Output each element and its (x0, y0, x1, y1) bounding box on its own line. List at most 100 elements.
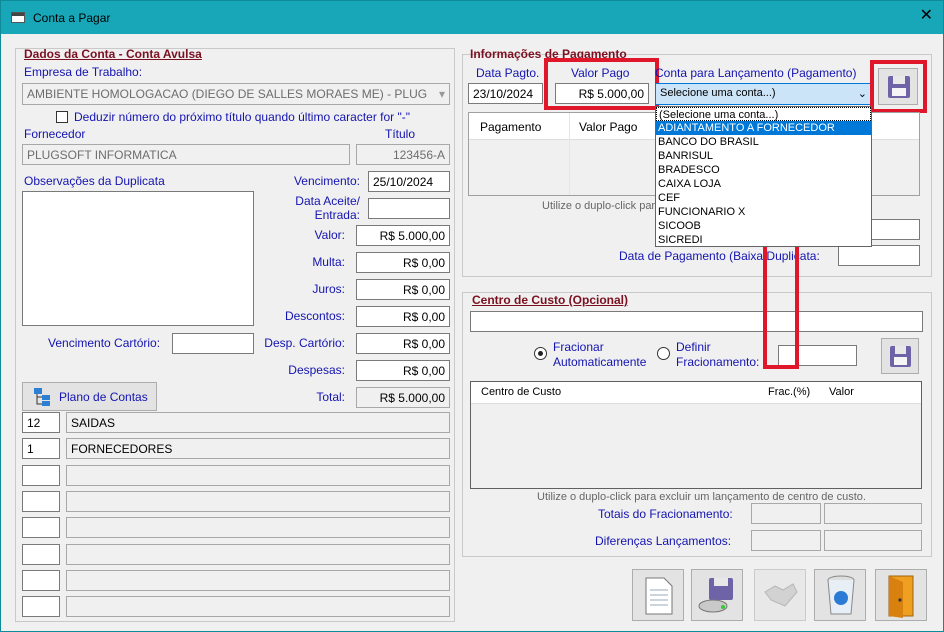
desp-cartorio-field[interactable]: R$ 0,00 (356, 333, 450, 354)
conta-lancamento-select[interactable]: Selecione uma conta...) ⌄ (655, 83, 872, 105)
plano-name (66, 544, 450, 565)
plano-code[interactable] (22, 465, 60, 486)
dados-conta-title: Dados da Conta - Conta Avulsa (24, 47, 202, 61)
valor-pago-highlight (544, 58, 659, 110)
dropdown-option[interactable]: CAIXA LOJA (656, 177, 871, 191)
diferencas-label: Diferenças Lançamentos: (595, 534, 732, 548)
plano-name: FORNECEDORES (66, 438, 450, 459)
empresa-select[interactable]: AMBIENTE HOMOLOGACAO (DIEGO DE SALLES MO… (22, 83, 450, 105)
delete-button[interactable] (814, 569, 866, 621)
vencimento-label: Vencimento: (293, 174, 360, 188)
plano-code[interactable]: 12 (22, 412, 60, 433)
dropdown-option-highlighted[interactable]: ADIANTAMENTO A FORNECEDOR (656, 121, 871, 135)
titulo-field[interactable]: 123456-A (356, 144, 450, 165)
dropdown-option[interactable]: SICOOB (656, 219, 871, 233)
plano-code[interactable] (22, 491, 60, 512)
totais-label: Totais do Fracionamento: (598, 507, 733, 521)
multa-field[interactable]: R$ 0,00 (356, 252, 450, 273)
venc-cartorio-label: Vencimento Cartório: (48, 336, 161, 350)
deduzir-checkbox[interactable] (56, 111, 68, 123)
conta-dropdown-list[interactable]: (Selecione uma conta...) ADIANTAMENTO A … (655, 106, 872, 247)
diferencas-valor-field (824, 530, 922, 551)
window-title: Conta a Pagar (33, 11, 111, 25)
grid-header-valor: Valor (829, 386, 854, 398)
save-pagamento-button[interactable] (878, 68, 918, 105)
centro-custo-title: Centro de Custo (Opcional) (472, 293, 628, 307)
chevron-down-icon: ▾ (438, 87, 445, 101)
recycle-bin-icon (827, 575, 855, 615)
despesas-field[interactable]: R$ 0,00 (356, 360, 450, 381)
definir-radio[interactable] (657, 347, 670, 360)
empresa-label: Empresa de Trabalho: (24, 65, 143, 79)
conta-a-pagar-window: Conta a Pagar ✕ Dados da Conta - Conta A… (0, 0, 944, 632)
totais-valor-field (824, 503, 922, 524)
data-aceite-label: Data Aceite/ Entrada: (295, 194, 360, 222)
multa-label: Multa: (312, 255, 345, 269)
desp-cartorio-label: Desp. Cartório: (264, 336, 345, 350)
observacoes-textarea[interactable] (22, 191, 254, 326)
data-pagamento-baixa-field[interactable] (838, 245, 920, 266)
handshake-icon (764, 583, 798, 607)
grid-header-valor-pago: Valor Pago (579, 120, 638, 134)
dropdown-option[interactable]: BANRISUL (656, 149, 871, 163)
plano-code[interactable] (22, 596, 60, 617)
valor-label: Valor: (314, 228, 345, 242)
fornecedor-label: Fornecedor (24, 127, 86, 141)
plano-de-contas-label: Plano de Contas (59, 390, 148, 404)
diferencas-frac-field (751, 530, 821, 551)
descontos-label: Descontos: (284, 309, 345, 323)
titulo-label: Título (385, 127, 416, 141)
save-button[interactable] (691, 569, 743, 621)
document-icon (645, 577, 673, 615)
plano-code[interactable]: 1 (22, 438, 60, 459)
handshake-button[interactable] (754, 569, 806, 621)
fornecedor-field[interactable]: PLUGSOFT INFORMATICA (22, 144, 350, 165)
exit-button[interactable] (875, 569, 927, 621)
fracionar-radio[interactable] (534, 347, 547, 360)
chevron-down-icon: ⌄ (857, 88, 867, 100)
dropdown-option[interactable]: CEF (656, 191, 871, 205)
tree-icon (33, 387, 51, 407)
total-field: R$ 5.000,00 (356, 387, 450, 408)
vencimento-field[interactable]: 25/10/2024 (368, 171, 450, 192)
data-pagto-label: Data Pagto. (476, 66, 540, 80)
save-drive-icon (698, 578, 733, 613)
radio-dot (538, 351, 543, 356)
total-label: Total: (316, 390, 345, 404)
data-aceite-field[interactable] (368, 198, 450, 219)
despesas-label: Despesas: (288, 363, 345, 377)
venc-cartorio-field[interactable] (172, 333, 254, 354)
totais-frac-field (751, 503, 821, 524)
plano-code[interactable] (22, 517, 60, 538)
descontos-field[interactable]: R$ 0,00 (356, 306, 450, 327)
conta-lancamento-label: Conta para Lançamento (Pagamento) (655, 66, 857, 80)
plano-code[interactable] (22, 544, 60, 565)
plano-de-contas-button[interactable]: Plano de Contas (22, 382, 157, 411)
close-icon[interactable]: ✕ (920, 7, 933, 25)
dropdown-option[interactable]: SICREDI (656, 233, 871, 247)
juros-field[interactable]: R$ 0,00 (356, 279, 450, 300)
dropdown-option[interactable]: BANCO DO BRASIL (656, 135, 871, 149)
valor-field[interactable]: R$ 5.000,00 (356, 225, 450, 246)
grid-header-pagamento: Pagamento (480, 120, 542, 134)
centro-custo-input[interactable] (470, 311, 923, 332)
save-centro-button[interactable] (881, 338, 919, 374)
empresa-value: AMBIENTE HOMOLOGACAO (DIEGO DE SALLES MO… (27, 87, 427, 101)
data-pagto-field[interactable]: 23/10/2024 (468, 83, 543, 104)
deduzir-label: Deduzir número do próximo título quando … (74, 110, 411, 124)
observacoes-label: Observações da Duplicata (24, 174, 165, 188)
floppy-icon (888, 76, 910, 98)
dropdown-option[interactable]: BRADESCO (656, 163, 871, 177)
dropdown-option[interactable]: FUNCIONARIO X (656, 205, 871, 219)
plano-name (66, 465, 450, 486)
conta-selected-value: Selecione uma conta...) (660, 87, 776, 99)
plano-name (66, 517, 450, 538)
grid-divider (569, 113, 570, 195)
centro-grid[interactable]: Centro de Custo Frac.(%) Valor (470, 381, 922, 489)
window-icon (11, 12, 25, 23)
plano-name (66, 491, 450, 512)
grid-header-centro: Centro de Custo (481, 386, 562, 398)
dropdown-option[interactable]: (Selecione uma conta...) (656, 107, 871, 121)
plano-code[interactable] (22, 570, 60, 591)
new-document-button[interactable] (632, 569, 684, 621)
